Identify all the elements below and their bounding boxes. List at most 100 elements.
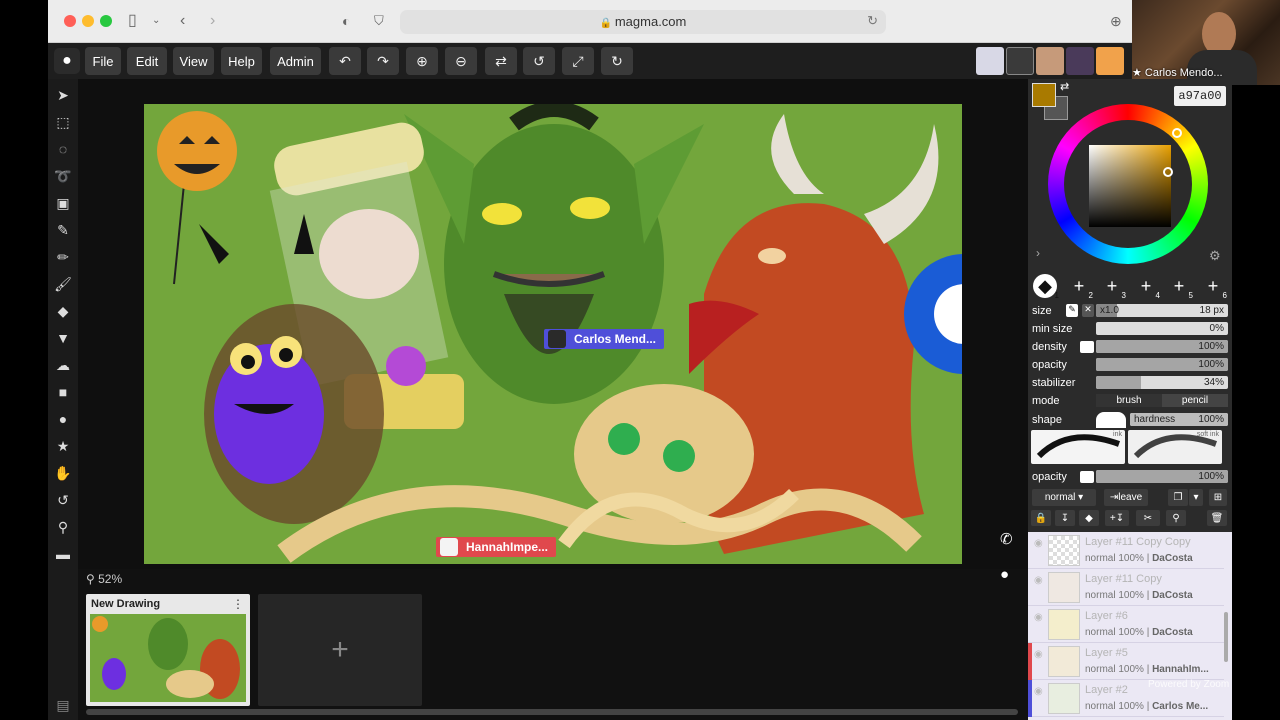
zoom-tool-icon[interactable]: ⚲ [53,517,73,537]
brush-slot[interactable]: +2 [1067,274,1093,301]
close-window-button[interactable] [64,15,76,27]
avatar[interactable] [1036,47,1064,75]
clear-layer-icon[interactable]: ◆ [1079,510,1099,526]
list-item[interactable]: ◉ Layer #11 Copy normal 100% | DaCosta [1028,569,1224,606]
eyedropper-icon[interactable]: ✎ [53,220,73,240]
chevron-right-icon[interactable]: › [1036,246,1040,260]
reload-icon[interactable]: ↻ [867,13,878,29]
list-item[interactable]: ◉ Layer #11 Copy Copy normal 100% | DaCo… [1028,532,1224,569]
list-item[interactable]: ◉ Layer #5 normal 100% | HannahIm... [1028,643,1224,680]
layer-lock-alpha-toggle[interactable] [1080,471,1094,483]
privacy-shield-icon[interactable]: ⛉ [374,11,384,31]
delete-layer-icon[interactable]: 🗑 [1207,510,1227,526]
chevron-down-icon[interactable]: ⌄ [152,11,160,31]
lasso-select-icon[interactable]: ◌ [53,139,73,159]
leave-button[interactable]: ⇥ leave [1104,489,1148,506]
clear-size-icon[interactable]: ✕ [1082,304,1094,317]
brush-slot[interactable]: +6 [1201,274,1227,301]
menu-help[interactable]: Help [221,47,262,75]
avatar[interactable] [1006,47,1034,75]
merge-down-icon[interactable]: +↧ [1105,510,1129,526]
search-layer-icon[interactable]: ⚲ [1166,510,1186,526]
lasso-icon[interactable]: ➰ [53,166,73,186]
sidebar-toggle-icon[interactable]: ▯ [128,11,137,31]
hardness-slider[interactable]: hardness 100% [1130,413,1228,426]
stabilizer-slider[interactable]: 34% [1096,376,1228,389]
add-drawing-button[interactable]: + [258,594,422,706]
flip-icon[interactable]: ⇄ [485,47,517,75]
brush-slot[interactable]: +4 [1134,274,1160,301]
avatar[interactable] [976,47,1004,75]
brush-slot[interactable]: +3 [1100,274,1126,301]
opacity-slider[interactable]: 100% [1096,358,1228,371]
eraser-icon[interactable]: ◆ [53,301,73,321]
download-icon[interactable]: ⊕ [1110,11,1122,31]
clip-layer-icon[interactable]: ↧ [1055,510,1075,526]
size-slider[interactable]: x1.0 18 px [1096,304,1228,317]
shape-preview[interactable] [1096,412,1126,428]
back-icon[interactable]: ‹ [180,11,185,31]
brush-icon[interactable]: 🖌 [53,274,73,294]
zoom-in-icon[interactable]: ⊕ [406,47,438,75]
star-shape-icon[interactable]: ★ [53,436,73,456]
chat-icon[interactable]: ● [1000,566,1009,583]
forward-icon[interactable]: › [210,11,215,31]
menu-edit[interactable]: Edit [127,47,167,75]
transform-icon[interactable]: ▣ [53,193,73,213]
drawing-thumbnail[interactable] [90,614,246,702]
menu-file[interactable]: File [85,47,121,75]
layer-copy-icon[interactable]: ❐ [1168,489,1188,506]
primary-color-swatch[interactable] [1032,83,1056,107]
more-options-icon[interactable]: ⋮ [232,597,244,611]
hand-icon[interactable]: ✋ [53,463,73,483]
paint-bucket-icon[interactable]: ▼ [53,328,73,348]
pressure-size-icon[interactable]: ✎ [1066,304,1078,317]
rectangle-icon[interactable]: ■ [53,382,73,402]
ellipse-icon[interactable]: ● [53,409,73,429]
eye-icon[interactable]: ◉ [1034,575,1043,586]
layer-menu-chevron-icon[interactable]: ▾ [1189,489,1203,506]
saturation-value-square[interactable] [1089,145,1171,227]
density-slider[interactable]: 100% [1096,340,1228,353]
magma-logo-icon[interactable]: ● [54,48,80,74]
address-bar[interactable]: 🔒 magma.com ↻ [400,10,886,34]
brush-preset-soft-ink[interactable]: soft ink [1128,430,1222,464]
pencil-icon[interactable]: ✏ [53,247,73,267]
zoom-out-icon[interactable]: ⊖ [445,47,477,75]
sv-selector[interactable] [1163,167,1173,177]
rotate-reset-icon[interactable]: ↺ [523,47,555,75]
refresh-icon[interactable]: ↻ [601,47,633,75]
avatar[interactable] [1096,47,1124,75]
hue-selector[interactable] [1172,128,1182,138]
blend-mode-select[interactable]: normal ▾ [1032,489,1096,506]
cut-layer-icon[interactable]: ✂ [1136,510,1160,526]
layers-scrollbar[interactable] [1224,612,1228,662]
brush-slot-eraser[interactable]: ◆ 1 [1033,274,1059,300]
menu-admin[interactable]: Admin [270,47,321,75]
move-tool-icon[interactable]: ➤ [53,85,73,105]
avatar[interactable] [1066,47,1094,75]
layer-opacity-slider[interactable]: 100% [1096,470,1228,483]
list-item[interactable]: ◉ Layer #6 normal 100% | DaCosta [1028,606,1224,643]
panel-toggle-icon[interactable]: ▤ [53,695,73,715]
mode-brush-option[interactable]: brush [1096,394,1162,407]
hex-color-field[interactable]: a97a00 [1174,86,1226,106]
rotate-view-icon[interactable]: ↺ [53,490,73,510]
mode-pencil-option[interactable]: pencil [1162,394,1228,407]
horizontal-scrollbar[interactable] [86,709,1018,715]
smudge-icon[interactable]: ☁ [53,355,73,375]
new-layer-icon[interactable]: ⊞ [1209,489,1227,506]
min-size-slider[interactable]: 0% [1096,322,1228,335]
zoom-indicator[interactable]: ⚲ 52% [86,572,122,586]
eye-icon[interactable]: ◉ [1034,612,1043,623]
phone-icon[interactable]: ✆ [1000,530,1013,548]
zoom-window-button[interactable] [100,15,112,27]
eye-icon[interactable]: ◉ [1034,686,1043,697]
brush-preset-ink[interactable]: ink [1031,430,1125,464]
redo-icon[interactable]: ↷ [367,47,399,75]
eye-icon[interactable]: ◉ [1034,538,1043,549]
minimize-window-button[interactable] [82,15,94,27]
swap-colors-icon[interactable]: ⇄ [1060,80,1069,93]
undo-icon[interactable]: ↶ [329,47,361,75]
rect-select-icon[interactable]: ⬚ [53,112,73,132]
